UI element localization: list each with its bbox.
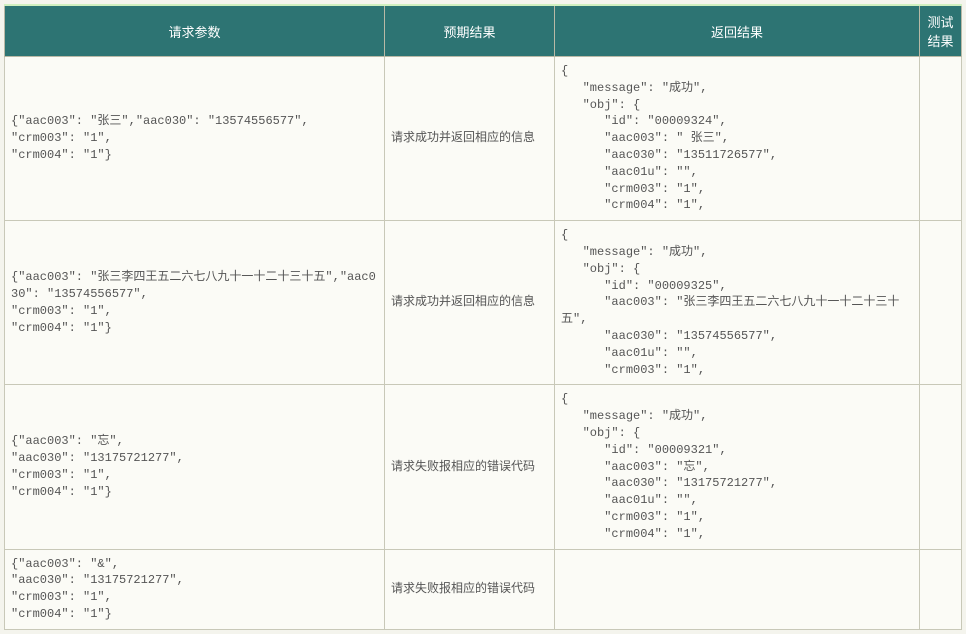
cell-test xyxy=(920,57,962,221)
cell-request: {"aac003": "&", "aac030": "13175721277",… xyxy=(5,549,385,629)
header-return-result: 返回结果 xyxy=(555,5,920,57)
header-test-result: 测试结果 xyxy=(920,5,962,57)
cell-test xyxy=(920,549,962,629)
cell-returned: { "message": "成功", "obj": { "id": "00009… xyxy=(555,221,920,385)
table-row: {"aac003": "张三","aac030": "13574556577",… xyxy=(5,57,962,221)
cell-returned: { "message": "成功", "obj": { "id": "00009… xyxy=(555,385,920,549)
cell-returned: { "message": "成功", "obj": { "id": "00009… xyxy=(555,57,920,221)
header-request-params: 请求参数 xyxy=(5,5,385,57)
cell-test xyxy=(920,385,962,549)
cell-expected: 请求失败报相应的错误代码 xyxy=(385,549,555,629)
api-test-table: 请求参数 预期结果 返回结果 测试结果 {"aac003": "张三","aac… xyxy=(4,4,962,630)
header-expected-result: 预期结果 xyxy=(385,5,555,57)
cell-request: {"aac003": "张三","aac030": "13574556577",… xyxy=(5,57,385,221)
cell-expected: 请求成功并返回相应的信息 xyxy=(385,221,555,385)
table-row: {"aac003": "忘", "aac030": "13175721277",… xyxy=(5,385,962,549)
cell-test xyxy=(920,221,962,385)
cell-request: {"aac003": "张三李四王五二六七八九十一十二十三十五","aac030… xyxy=(5,221,385,385)
cell-expected: 请求失败报相应的错误代码 xyxy=(385,385,555,549)
table-row: {"aac003": "&", "aac030": "13175721277",… xyxy=(5,549,962,629)
table-header-row: 请求参数 预期结果 返回结果 测试结果 xyxy=(5,5,962,57)
cell-request: {"aac003": "忘", "aac030": "13175721277",… xyxy=(5,385,385,549)
cell-expected: 请求成功并返回相应的信息 xyxy=(385,57,555,221)
table-row: {"aac003": "张三李四王五二六七八九十一十二十三十五","aac030… xyxy=(5,221,962,385)
cell-returned xyxy=(555,549,920,629)
